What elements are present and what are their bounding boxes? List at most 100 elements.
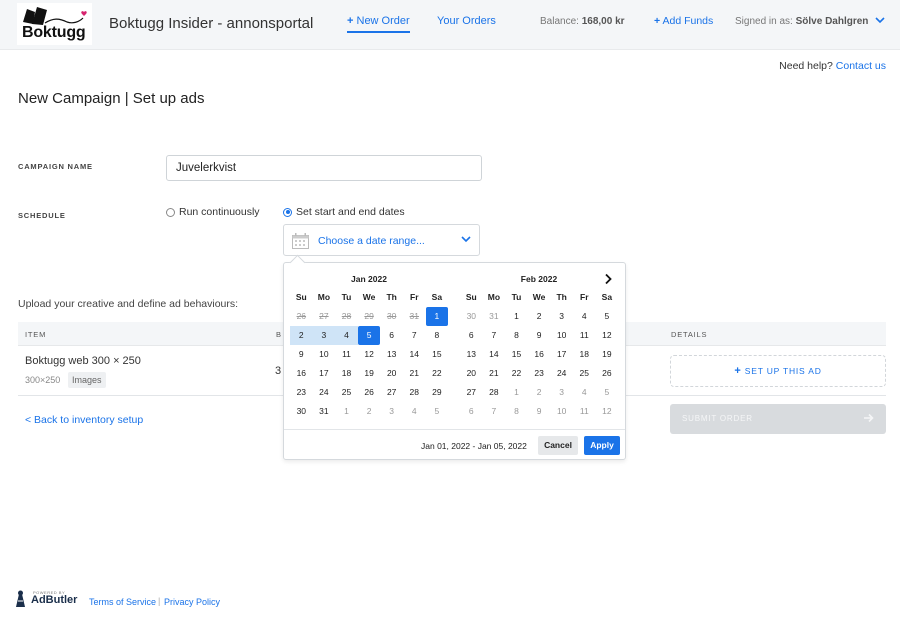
calendar-day[interactable]: 20 — [380, 364, 403, 383]
chevron-down-icon[interactable] — [875, 17, 885, 24]
add-funds-link[interactable]: + Add Funds — [654, 15, 713, 27]
calendar-day[interactable]: 8 — [505, 402, 528, 421]
calendar-day[interactable]: 4 — [335, 326, 358, 345]
calendar-day[interactable]: 2 — [528, 307, 551, 326]
run-continuously-radio[interactable]: Run continuously — [166, 206, 260, 218]
calendar-day[interactable]: 1 — [425, 307, 449, 326]
calendar-day[interactable]: 26 — [358, 383, 381, 402]
calendar-day[interactable]: 10 — [313, 345, 336, 364]
calendar-day[interactable]: 21 — [403, 364, 426, 383]
apply-button[interactable]: Apply — [584, 436, 620, 455]
calendar-day[interactable]: 30 — [290, 402, 313, 421]
calendar-day[interactable]: 18 — [335, 364, 358, 383]
calendar-day[interactable]: 15 — [505, 345, 528, 364]
calendar-day[interactable]: 5 — [426, 402, 449, 421]
calendar-day[interactable]: 24 — [550, 364, 573, 383]
calendar-day[interactable]: 11 — [335, 345, 358, 364]
nav-new-order[interactable]: + New Order — [347, 15, 410, 33]
calendar-day[interactable]: 31 — [483, 307, 506, 326]
calendar-day[interactable]: 23 — [290, 383, 313, 402]
calendar-day[interactable]: 20 — [460, 364, 483, 383]
calendar-day[interactable]: 12 — [596, 326, 619, 345]
calendar-day[interactable]: 30 — [460, 307, 483, 326]
calendar-day[interactable]: 16 — [528, 345, 551, 364]
back-to-inventory-link[interactable]: < Back to inventory setup — [25, 414, 143, 426]
set-up-ad-button[interactable]: + SET UP THIS AD — [670, 355, 886, 387]
calendar-day[interactable]: 8 — [505, 326, 528, 345]
calendar-day[interactable]: 5 — [357, 326, 381, 345]
calendar-day[interactable]: 3 — [550, 307, 573, 326]
calendar-day[interactable]: 13 — [460, 345, 483, 364]
calendar-day[interactable]: 11 — [573, 402, 596, 421]
calendar-day[interactable]: 26 — [596, 364, 619, 383]
top-bar: Boktugg Boktugg Insider - annonsportal +… — [0, 0, 900, 50]
calendar-day[interactable]: 14 — [403, 345, 426, 364]
calendar-day[interactable]: 11 — [573, 326, 596, 345]
calendar-day[interactable]: 3 — [550, 383, 573, 402]
calendar-day[interactable]: 6 — [380, 326, 403, 345]
campaign-name-input[interactable] — [166, 155, 482, 181]
calendar-day[interactable]: 12 — [358, 345, 381, 364]
calendar-day[interactable]: 7 — [483, 326, 506, 345]
calendar-day[interactable]: 28 — [403, 383, 426, 402]
calendar-day[interactable]: 7 — [483, 402, 506, 421]
nav-your-orders[interactable]: Your Orders — [437, 15, 496, 27]
calendar-day[interactable]: 8 — [426, 326, 449, 345]
privacy-policy-link[interactable]: Privacy Policy — [164, 597, 220, 607]
calendar-day[interactable]: 25 — [573, 364, 596, 383]
calendar-day[interactable]: 6 — [460, 402, 483, 421]
chevron-right-icon[interactable] — [604, 273, 612, 285]
calendar-day[interactable]: 2 — [528, 383, 551, 402]
calendar-day[interactable]: 9 — [290, 345, 313, 364]
calendar-day[interactable]: 7 — [403, 326, 426, 345]
calendar-day[interactable]: 4 — [573, 307, 596, 326]
calendar-day[interactable]: 3 — [312, 326, 336, 345]
calendar-day[interactable]: 14 — [483, 345, 506, 364]
calendar-day[interactable]: 9 — [528, 326, 551, 345]
calendar-day[interactable]: 17 — [550, 345, 573, 364]
calendar-day[interactable]: 19 — [358, 364, 381, 383]
calendar-day[interactable]: 16 — [290, 364, 313, 383]
boktugg-logo[interactable]: Boktugg — [17, 3, 92, 45]
calendar-day[interactable]: 29 — [426, 383, 449, 402]
calendar-day[interactable]: 27 — [460, 383, 483, 402]
calendar-day[interactable]: 22 — [426, 364, 449, 383]
calendar-day[interactable]: 15 — [426, 345, 449, 364]
calendar-day[interactable]: 31 — [313, 402, 336, 421]
cancel-button[interactable]: Cancel — [538, 436, 578, 455]
calendar-day[interactable]: 1 — [335, 402, 358, 421]
calendar-day[interactable]: 13 — [380, 345, 403, 364]
calendar-day[interactable]: 18 — [573, 345, 596, 364]
calendar-day[interactable]: 10 — [550, 326, 573, 345]
calendar-day[interactable]: 1 — [505, 383, 528, 402]
adbutler-wordmark: AdButler — [31, 594, 78, 606]
calendar-day[interactable]: 3 — [380, 402, 403, 421]
terms-of-service-link[interactable]: Terms of Service — [89, 597, 156, 607]
calendar-day[interactable]: 4 — [573, 383, 596, 402]
calendar-day[interactable]: 19 — [596, 345, 619, 364]
calendar-day[interactable]: 27 — [380, 383, 403, 402]
calendar-day[interactable]: 2 — [290, 326, 313, 345]
contact-us-link[interactable]: Contact us — [836, 60, 886, 72]
set-dates-radio[interactable]: Set start and end dates — [283, 206, 405, 218]
header-details: DETAILS — [671, 330, 708, 339]
calendar-day[interactable]: 17 — [313, 364, 336, 383]
calendar-day[interactable]: 5 — [596, 307, 619, 326]
calendar-day[interactable]: 10 — [550, 402, 573, 421]
calendar-day[interactable]: 21 — [483, 364, 506, 383]
calendar-day[interactable]: 5 — [596, 383, 619, 402]
calendar-day[interactable]: 9 — [528, 402, 551, 421]
calendar-day[interactable]: 22 — [505, 364, 528, 383]
calendar-day[interactable]: 6 — [460, 326, 483, 345]
calendar-day[interactable]: 12 — [596, 402, 619, 421]
calendar-day[interactable]: 25 — [335, 383, 358, 402]
date-range-select[interactable]: Choose a date range... — [283, 224, 480, 256]
calendar-day[interactable]: 24 — [313, 383, 336, 402]
calendar-day[interactable]: 23 — [528, 364, 551, 383]
calendar-day[interactable]: 1 — [505, 307, 528, 326]
signed-in-menu[interactable]: Signed in as: Sölve Dahlgren — [735, 16, 868, 27]
submit-order-button[interactable]: SUBMIT ORDER — [670, 404, 886, 434]
calendar-day[interactable]: 2 — [358, 402, 381, 421]
calendar-day[interactable]: 4 — [403, 402, 426, 421]
calendar-day[interactable]: 28 — [483, 383, 506, 402]
